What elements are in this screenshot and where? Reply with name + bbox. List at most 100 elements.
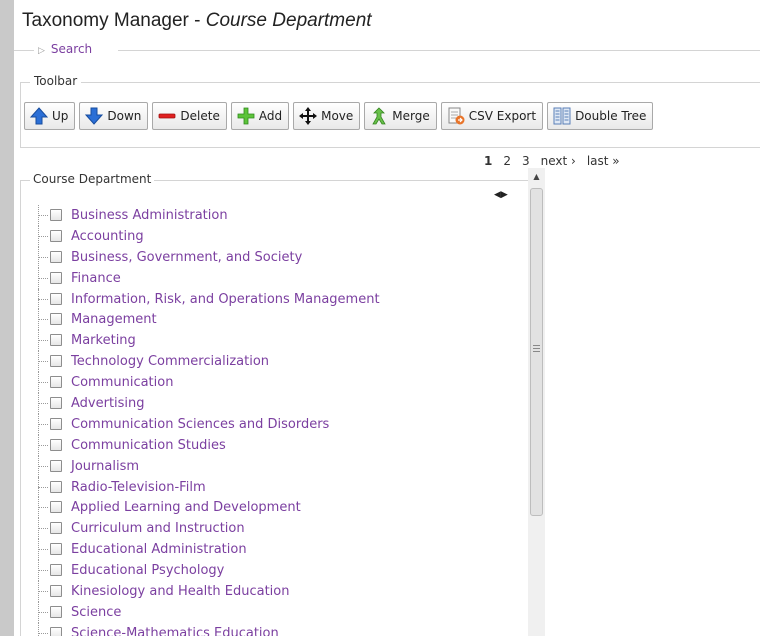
tree-guide-line xyxy=(34,225,48,247)
term-link[interactable]: Advertising xyxy=(71,396,145,411)
term-checkbox[interactable] xyxy=(50,397,62,410)
term-link[interactable]: Information, Risk, and Operations Manage… xyxy=(71,292,380,307)
term-link[interactable]: Business, Government, and Society xyxy=(71,250,302,265)
pager-last-link[interactable]: last » xyxy=(587,154,620,168)
scroll-thumb[interactable] xyxy=(530,188,543,516)
arrow-up-icon xyxy=(29,106,49,126)
term-link[interactable]: Communication Studies xyxy=(71,438,226,453)
tree-item[interactable]: Communication xyxy=(34,372,514,393)
move-button[interactable]: Move xyxy=(293,102,361,130)
pager-page-3[interactable]: 3 xyxy=(522,154,530,168)
csv-export-button-label: CSV Export xyxy=(468,109,537,123)
term-checkbox[interactable] xyxy=(50,376,62,389)
tree-item[interactable]: Science xyxy=(34,601,514,623)
search-toggle[interactable]: ▷ Search xyxy=(38,42,92,56)
term-checkbox[interactable] xyxy=(50,355,62,368)
tree-guide-line xyxy=(34,497,48,519)
term-checkbox[interactable] xyxy=(50,334,62,347)
tree-item[interactable]: Marketing xyxy=(34,330,514,352)
term-checkbox[interactable] xyxy=(50,605,62,618)
csv-export-button[interactable]: CSV Export xyxy=(440,102,544,130)
term-link[interactable]: Science-Mathematics Education xyxy=(71,626,279,636)
taxonomy-manager-page: Taxonomy Manager - Course Department ▷ Se… xyxy=(14,0,760,636)
term-link[interactable]: Radio-Television-Film xyxy=(71,480,206,495)
tree-guide-line xyxy=(34,413,48,435)
resize-handle-icon[interactable]: ◀▶ xyxy=(494,190,508,200)
tree-item[interactable]: Journalism xyxy=(34,455,514,477)
tree-item[interactable]: Finance xyxy=(34,267,514,289)
term-checkbox[interactable] xyxy=(50,229,62,242)
term-link[interactable]: Accounting xyxy=(71,229,144,244)
term-link[interactable]: Educational Administration xyxy=(71,542,247,557)
tree-item[interactable]: Communication Studies xyxy=(34,434,514,456)
term-checkbox[interactable] xyxy=(50,438,62,451)
term-checkbox[interactable] xyxy=(50,292,62,305)
tree-legend: Course Department xyxy=(30,172,155,186)
down-button[interactable]: Down xyxy=(79,102,149,130)
term-checkbox[interactable] xyxy=(50,271,62,284)
plus-icon xyxy=(236,106,256,126)
term-checkbox[interactable] xyxy=(50,585,62,598)
term-link[interactable]: Kinesiology and Health Education xyxy=(71,584,290,599)
tree-guide-line xyxy=(34,601,48,623)
term-link[interactable]: Finance xyxy=(71,271,121,286)
tree-item[interactable]: Communication Sciences and Disorders xyxy=(34,413,514,435)
page-title: Taxonomy Manager - Course Department xyxy=(22,10,372,31)
tree-item[interactable]: Applied Learning and Development xyxy=(34,497,514,519)
pager-page-2[interactable]: 2 xyxy=(503,154,511,168)
double-tree-button[interactable]: Double Tree xyxy=(547,102,654,130)
up-button[interactable]: Up xyxy=(24,102,76,130)
tree-item[interactable]: Educational Administration xyxy=(34,539,514,561)
tree-guide-line xyxy=(34,539,48,561)
term-checkbox[interactable] xyxy=(50,459,62,472)
term-checkbox[interactable] xyxy=(50,626,62,636)
tree-item[interactable]: Educational Psychology xyxy=(34,560,514,581)
csv-export-icon xyxy=(446,106,466,126)
term-checkbox[interactable] xyxy=(50,313,62,326)
term-link[interactable]: Technology Commercialization xyxy=(71,354,269,369)
add-button[interactable]: Add xyxy=(230,102,290,130)
tree-guide-line xyxy=(34,476,48,498)
term-checkbox[interactable] xyxy=(50,209,62,221)
tree-guide-line xyxy=(34,622,48,636)
scroll-up-arrow-icon[interactable]: ▲ xyxy=(528,168,545,185)
term-checkbox[interactable] xyxy=(50,417,62,430)
term-link[interactable]: Curriculum and Instruction xyxy=(71,521,245,536)
delete-button[interactable]: Delete xyxy=(152,102,227,130)
tree-item[interactable]: Advertising xyxy=(34,393,514,414)
term-link[interactable]: Communication xyxy=(71,375,173,390)
term-link[interactable]: Journalism xyxy=(71,459,139,474)
term-checkbox[interactable] xyxy=(50,501,62,514)
term-checkbox[interactable] xyxy=(50,480,62,493)
term-link[interactable]: Science xyxy=(71,605,121,620)
tree-guide-line xyxy=(34,372,48,393)
pager-next-link[interactable]: next › xyxy=(541,154,576,168)
tree-guide-line xyxy=(34,205,48,226)
move-icon xyxy=(298,106,318,126)
tree-item[interactable]: Accounting xyxy=(34,225,514,247)
term-link[interactable]: Communication Sciences and Disorders xyxy=(71,417,329,432)
term-link[interactable]: Management xyxy=(71,312,157,327)
tree-item[interactable]: Kinesiology and Health Education xyxy=(34,581,514,602)
tree-item[interactable]: Business, Government, and Society xyxy=(34,246,514,268)
tree-item[interactable]: Technology Commercialization xyxy=(34,351,514,373)
term-link[interactable]: Marketing xyxy=(71,333,136,348)
tree-item[interactable]: Business Administration xyxy=(34,205,514,226)
term-link[interactable]: Applied Learning and Development xyxy=(71,500,301,515)
double-tree-icon xyxy=(552,106,572,126)
term-checkbox[interactable] xyxy=(50,250,62,263)
term-link[interactable]: Educational Psychology xyxy=(71,563,224,578)
tree-item[interactable]: Curriculum and Instruction xyxy=(34,518,514,540)
term-checkbox[interactable] xyxy=(50,543,62,556)
tree-item[interactable]: Management xyxy=(34,309,514,331)
tree-guide-line xyxy=(34,288,48,310)
toolbar: Up Down Delete Add Move Merge CSV Export… xyxy=(24,102,657,132)
tree-item[interactable]: Science-Mathematics Education xyxy=(34,622,514,636)
term-link[interactable]: Business Administration xyxy=(71,208,228,223)
merge-button[interactable]: Merge xyxy=(364,102,437,130)
term-checkbox[interactable] xyxy=(50,522,62,535)
tree-item[interactable]: Radio-Television-Film xyxy=(34,476,514,498)
tree-scrollbar[interactable]: ▲ xyxy=(528,168,545,636)
term-checkbox[interactable] xyxy=(50,564,62,577)
tree-item[interactable]: Information, Risk, and Operations Manage… xyxy=(34,288,514,310)
